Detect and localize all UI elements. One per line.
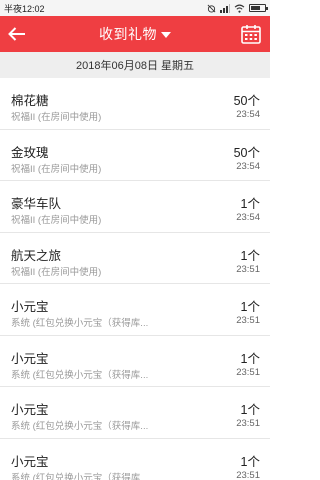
gift-name: 棉花糖 (11, 94, 49, 108)
battery-icon (249, 4, 268, 12)
gift-quantity: 1个 (240, 197, 260, 211)
gift-source: 祝福II (在房间中使用) (11, 163, 102, 175)
calendar-icon (241, 25, 261, 44)
back-button[interactable] (8, 25, 28, 43)
calendar-button[interactable] (240, 23, 262, 45)
list-item[interactable]: 航天之旅 祝福II (在房间中使用) 1个 23:51 (0, 233, 270, 284)
gift-list: 棉花糖 祝福II (在房间中使用) 50个 23:54 金玫瑰 祝福II (在房… (0, 78, 270, 480)
gift-name: 小元宝 (11, 351, 49, 366)
gift-source: 系统 (红包兑换小元宝（获得库... (11, 421, 149, 432)
gift-quantity: 1个 (240, 351, 260, 366)
status-icons (207, 3, 268, 13)
gift-quantity: 1个 (240, 300, 260, 314)
gift-time: 23:51 (236, 315, 260, 326)
alarm-off-icon (207, 4, 216, 13)
gift-time: 23:54 (236, 109, 260, 120)
arrow-left-icon (8, 27, 25, 41)
status-time: 半夜12:02 (4, 3, 45, 14)
gift-source: 祝福II (在房间中使用) (11, 215, 102, 226)
gift-quantity: 1个 (240, 403, 260, 417)
wifi-icon (234, 4, 245, 13)
page-title: 收到礼物 (99, 26, 157, 42)
list-item[interactable]: 金玫瑰 祝福II (在房间中使用) 50个 23:54 (0, 130, 270, 181)
gift-name: 金玫瑰 (11, 145, 49, 160)
gift-source: 系统 (红包兑换小元宝（获得库... (11, 318, 149, 329)
signal-icon (220, 3, 230, 13)
gift-time: 23:51 (236, 263, 260, 275)
status-bar: 半夜12:02 (0, 0, 270, 16)
gift-quantity: 1个 (240, 248, 260, 263)
gift-name: 航天之旅 (11, 248, 62, 263)
title-dropdown[interactable]: 收到礼物 (99, 24, 171, 44)
gift-source: 祝福II (在房间中使用) (11, 112, 102, 123)
list-item[interactable]: 小元宝 系统 (红包兑换小元宝（获得库... 1个 23:51 (0, 387, 270, 439)
gift-source: 系统 (红包兑换小元宝（获得库... (11, 472, 149, 480)
list-item[interactable]: 棉花糖 祝福II (在房间中使用) 50个 23:54 (0, 78, 270, 130)
gift-name: 小元宝 (11, 403, 49, 417)
app-bar: 收到礼物 (0, 16, 270, 52)
gift-name: 豪华车队 (11, 197, 62, 211)
list-item[interactable]: 小元宝 系统 (红包兑换小元宝（获得库... 1个 23:51 (0, 439, 270, 480)
list-item[interactable]: 豪华车队 祝福II (在房间中使用) 1个 23:54 (0, 181, 270, 233)
gift-name: 小元宝 (11, 300, 49, 314)
gift-quantity: 50个 (233, 145, 260, 160)
gift-time: 23:51 (236, 418, 260, 429)
list-item[interactable]: 小元宝 系统 (红包兑换小元宝（获得库... 1个 23:51 (0, 336, 270, 387)
gift-time: 23:51 (236, 366, 260, 378)
date-label: 2018年06月08日 星期五 (76, 60, 194, 72)
gift-source: 祝福II (在房间中使用) (11, 266, 102, 278)
gift-name: 小元宝 (11, 454, 49, 469)
gift-time: 23:51 (236, 469, 260, 480)
date-header: 2018年06月08日 星期五 (0, 52, 270, 78)
gift-time: 23:54 (236, 212, 260, 223)
gift-quantity: 50个 (233, 94, 260, 108)
caret-down-icon (161, 32, 171, 38)
gift-time: 23:54 (236, 160, 260, 172)
gift-quantity: 1个 (240, 454, 260, 469)
list-item[interactable]: 小元宝 系统 (红包兑换小元宝（获得库... 1个 23:51 (0, 284, 270, 336)
gift-source: 系统 (红包兑换小元宝（获得库... (11, 369, 149, 381)
